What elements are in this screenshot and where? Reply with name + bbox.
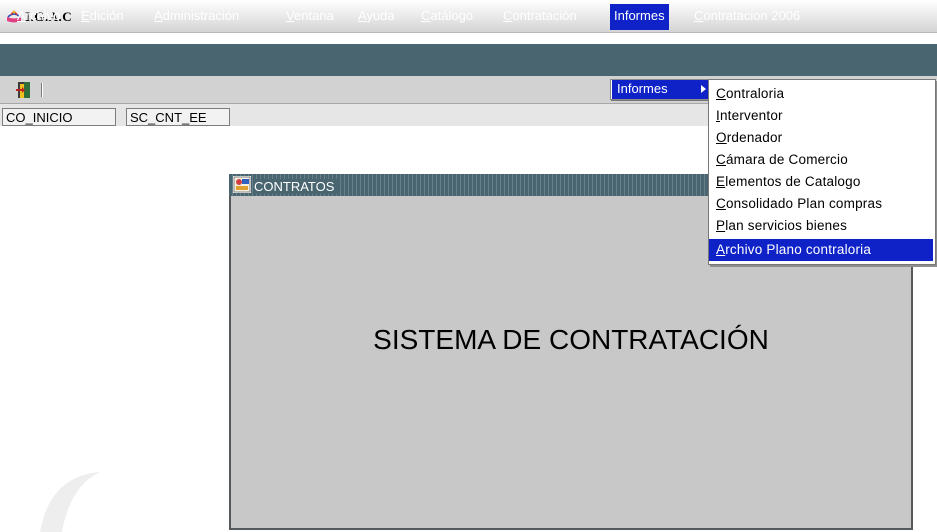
menu-ayuda[interactable]: Ayuda [358,8,395,28]
system-banner: SISTEMA DE CONTRATACIÓN [373,324,769,355]
dropdown-item-contraloria[interactable]: Contraloria [709,83,933,105]
form-app-icon [233,176,251,193]
dropdown-item-elementos-de-catalogo[interactable]: Elementos de Catalogo [709,171,933,193]
toolbar-separator [41,83,43,97]
submenu-arrow-icon [701,85,706,93]
menu-ventana[interactable]: Ventana [286,8,334,28]
contratos-window-title: CONTRATOS [254,179,339,194]
dropdown-item-camara-de-comercio[interactable]: Cámara de Comercio [709,149,933,171]
status-field-module: CO_INICIO [2,108,116,126]
menu-administracion[interactable]: Administración [154,8,239,28]
menu-catalogo[interactable]: Catálogo [421,8,473,28]
status-field-form: SC_CNT_EE [126,108,230,126]
dropdown-item-ordenador[interactable]: Ordenador [709,127,933,149]
menu-contratacion-2006[interactable]: Contratacion 2006 [694,8,800,28]
dropdown-item-interventor[interactable]: Interventor [709,105,933,127]
dropdown-item-plan-servicios-bienes[interactable]: Plan servicios bienes [709,215,933,237]
menu-bar [0,44,937,76]
menu-archivo[interactable]: Archivo [17,8,60,28]
dropdown-item-archivo-plano-contraloria[interactable]: Archivo Plano contraloria [709,239,933,261]
watermark-logo-icon [40,472,100,532]
exit-door-icon[interactable] [14,80,36,100]
menu-contratacion[interactable]: Contratación [503,8,577,28]
menu-informes[interactable]: Informes [610,4,669,30]
menu-edicion[interactable]: Edición [81,8,124,28]
dropdown-item-consolidado-plan-compras[interactable]: Consolidado Plan compras [709,193,933,215]
